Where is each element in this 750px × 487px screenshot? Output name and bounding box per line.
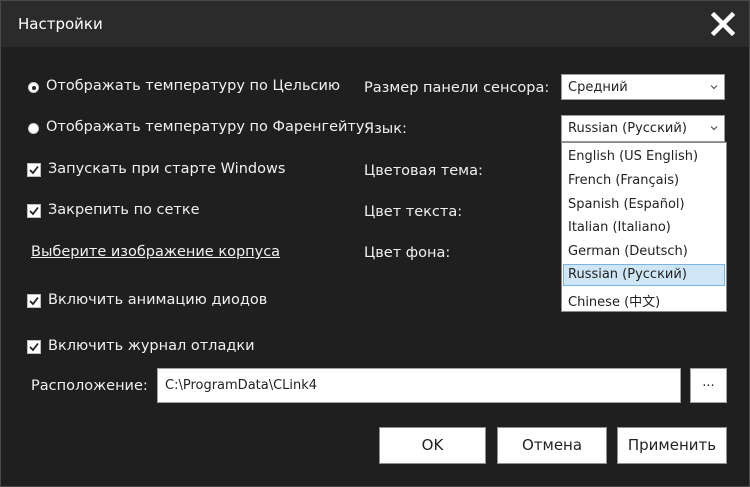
celsius-radio[interactable] [28,82,39,93]
cancel-button[interactable]: Отмена [497,427,607,464]
language-option-french[interactable]: French (Français) [563,170,725,192]
chevron-down-icon [710,126,718,131]
panel-size-select[interactable]: Средний [561,74,725,100]
language-value: Russian (Русский) [568,121,687,136]
language-option-spanish[interactable]: Spanish (Español) [563,194,725,216]
led-animation-checkbox[interactable] [27,294,41,308]
led-animation-label: Включить анимацию диодов [48,292,268,308]
panel-size-label: Размер панели сенсора: [364,80,550,96]
title-bar: Настройки [1,1,749,47]
location-label: Расположение: [31,378,148,394]
settings-dialog: Настройки Отображать температуру по Цель… [0,0,750,487]
language-label: Язык: [364,121,407,137]
location-path-value: C:\ProgramData\CLink4 [165,378,318,393]
text-color-label: Цвет текста: [364,204,463,220]
snap-grid-checkbox[interactable] [27,204,41,218]
snap-grid-label: Закрепить по сетке [48,202,200,218]
language-option-german[interactable]: German (Deutsch) [563,241,725,263]
bg-color-label: Цвет фона: [364,245,451,261]
celsius-label: Отображать температуру по Цельсию [46,78,341,94]
language-option-chinese[interactable]: Chinese (中文) [563,288,725,310]
language-option-italian[interactable]: Italian (Italiano) [563,217,725,239]
close-icon[interactable] [709,10,737,38]
debug-log-label: Включить журнал отладки [48,338,255,354]
chevron-down-icon [710,85,718,90]
choose-case-image-link[interactable]: Выберите изображение корпуса [31,244,280,260]
language-select[interactable]: Russian (Русский) [561,115,725,142]
color-theme-label: Цветовая тема: [364,163,483,179]
fahrenheit-radio[interactable] [28,123,39,134]
start-windows-checkbox[interactable] [27,163,41,177]
language-dropdown-list: English (US English) French (Français) S… [561,142,727,312]
fahrenheit-label: Отображать температуру по Фаренгейту [46,119,365,135]
location-path-input[interactable]: C:\ProgramData\CLink4 [157,368,681,403]
language-option-russian[interactable]: Russian (Русский) [563,264,725,286]
apply-button[interactable]: Применить [617,427,727,464]
panel-size-value: Средний [568,80,628,95]
debug-log-checkbox[interactable] [27,340,41,354]
ok-button[interactable]: OK [379,427,486,464]
start-windows-label: Запускать при старте Windows [48,161,286,177]
language-option-english[interactable]: English (US English) [563,146,725,168]
browse-button[interactable]: ... [690,368,727,403]
window-title: Настройки [18,15,103,33]
